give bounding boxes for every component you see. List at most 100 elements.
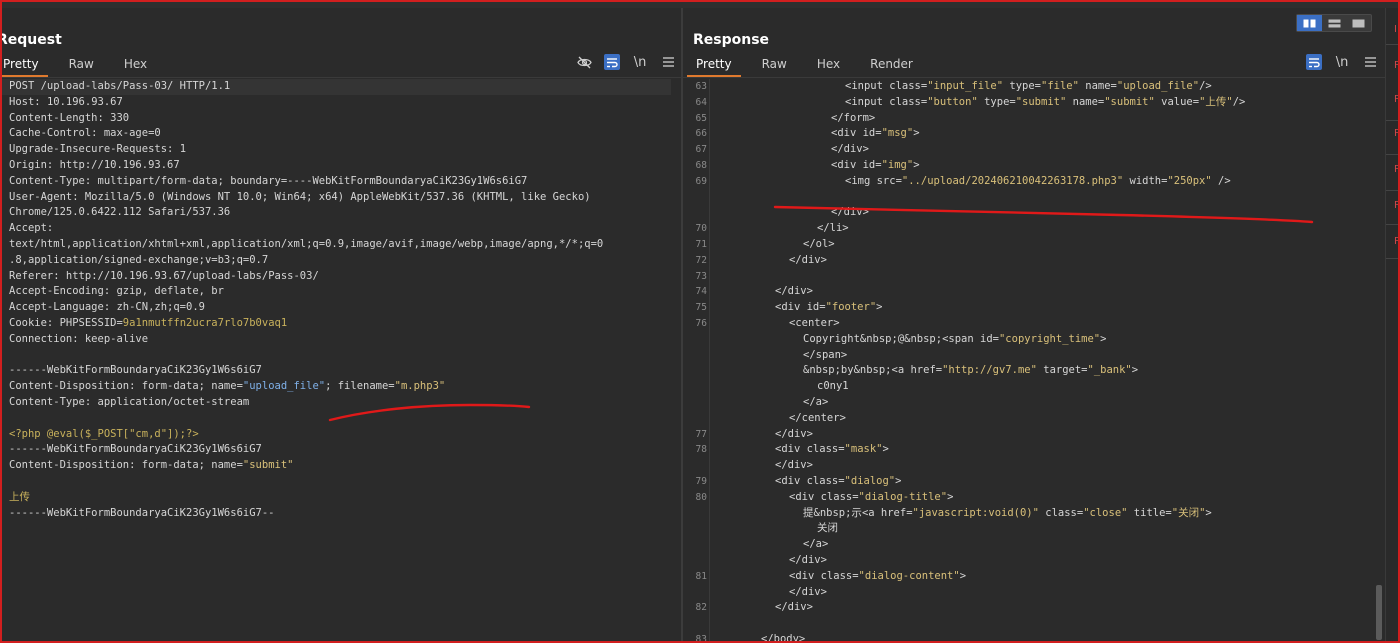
response-scrollbar[interactable]	[1376, 585, 1382, 640]
response-tab-raw[interactable]: Raw	[753, 55, 796, 77]
token: Referer:	[9, 269, 66, 282]
request-tab-pretty[interactable]: Pretty	[0, 55, 48, 77]
token: id=	[806, 301, 826, 314]
line-number: 75	[695, 302, 707, 314]
request-line: ------WebKitFormBoundaryaCiK23Gy1W6s6iG7…	[0, 506, 681, 522]
response-line-text: </div>	[707, 205, 869, 221]
response-line-text: </div>	[707, 553, 827, 569]
token: class=	[806, 443, 845, 456]
line-number: 76	[695, 317, 707, 329]
eye-off-icon[interactable]	[576, 54, 592, 70]
request-line: Upgrade-Insecure-Requests: 1	[0, 142, 681, 158]
response-line: 75 <div id="footer">	[683, 300, 1373, 316]
line-number: 77	[695, 428, 707, 440]
request-line	[0, 411, 681, 427]
response-line-text: <center>	[707, 316, 840, 332]
token: <div	[775, 301, 807, 314]
newline-icon[interactable]: \n	[632, 54, 648, 70]
request-line: Content-Disposition: form-data; name="su…	[0, 458, 681, 474]
response-line: c0ny1	[683, 379, 1373, 395]
newline-icon[interactable]: \n	[1334, 54, 1350, 70]
token: "上传"	[1199, 95, 1233, 108]
line-number: 71	[695, 238, 707, 250]
token: >	[882, 443, 889, 456]
token: "close"	[1083, 506, 1128, 519]
request-line-text: 上传	[0, 490, 30, 506]
request-line-text: Cache-Control: max-age=0	[0, 126, 161, 142]
response-line: Copyright&nbsp;@&nbsp;<span id="copyrigh…	[683, 332, 1373, 348]
split-vertical-icon[interactable]	[1322, 15, 1347, 31]
response-line-text: </form>	[707, 111, 875, 127]
token: </span>	[803, 348, 848, 361]
sidebar-mark[interactable]: P	[1394, 94, 1400, 106]
menu-icon[interactable]	[1362, 54, 1378, 70]
token: POST /upload-labs/Pass-03/ HTTP/1.1	[9, 80, 231, 92]
line-number	[683, 553, 707, 569]
wrap-icon[interactable]	[1306, 54, 1322, 70]
response-line: </span>	[683, 348, 1373, 364]
request-line: POST /upload-labs/Pass-03/ HTTP/1.1	[0, 79, 671, 95]
token: </div>	[789, 553, 827, 566]
line-number	[683, 537, 707, 553]
response-line-text: 关闭	[707, 521, 838, 537]
request-line-text: Accept:	[0, 221, 60, 237]
response-tab-render[interactable]: Render	[861, 55, 922, 77]
sidebar-mark[interactable]: P	[1394, 60, 1400, 72]
single-pane-icon[interactable]	[1346, 15, 1371, 31]
response-editor[interactable]: 63 <input class="input_file" type="file" …	[683, 79, 1373, 643]
line-number	[683, 395, 707, 411]
request-tabs: Pretty Raw Hex	[0, 55, 168, 77]
token: class=	[889, 80, 928, 92]
token: id=	[980, 332, 999, 345]
token: Content-Length:	[9, 111, 111, 124]
wrap-icon[interactable]	[604, 54, 620, 70]
response-line: 69 <img src="../upload/202406210042263178…	[683, 174, 1373, 190]
menu-icon[interactable]	[660, 54, 676, 70]
request-editor[interactable]: POST /upload-labs/Pass-03/ HTTP/1.1 Host:…	[0, 79, 681, 521]
inspector-sidebar: I P P P P P P	[1385, 8, 1400, 643]
line-number: 82	[695, 602, 707, 614]
sidebar-mark[interactable]: P	[1394, 164, 1400, 176]
response-line-text: <div class="dialog-title">	[707, 490, 953, 506]
token: </ol>	[803, 237, 835, 250]
token: "submit"	[1015, 95, 1067, 108]
token: <div	[831, 158, 863, 171]
line-number	[683, 205, 707, 221]
line-number: 72	[695, 254, 707, 266]
line-number: 78	[695, 444, 707, 456]
response-line: 74 </div>	[683, 284, 1373, 300]
token: "button"	[927, 95, 978, 108]
token: Upgrade-Insecure-Requests:	[9, 143, 180, 156]
token: </div>	[775, 285, 813, 298]
line-number	[683, 521, 707, 537]
sidebar-mark[interactable]: I	[1394, 24, 1400, 36]
response-tab-pretty[interactable]: Pretty	[687, 55, 741, 77]
split-horizontal-icon[interactable]	[1297, 15, 1322, 31]
token: id=	[862, 158, 882, 171]
token: Content-Type: application/octet-stream	[9, 395, 250, 408]
response-line: 82 </div>	[683, 600, 1373, 616]
token: "file"	[1041, 80, 1079, 92]
token: Host:	[9, 95, 47, 108]
request-tab-raw[interactable]: Raw	[60, 55, 103, 77]
response-tab-hex[interactable]: Hex	[808, 55, 849, 77]
request-title: Request	[0, 32, 62, 48]
token: </center>	[789, 411, 846, 424]
token: Accept:	[9, 222, 60, 235]
request-line: Content-Length: 330	[0, 111, 681, 127]
token: </a>	[803, 538, 829, 551]
sidebar-divider	[1386, 224, 1400, 225]
request-line-text: Accept-Language: zh-CN,zh;q=0.9	[0, 300, 205, 316]
sidebar-mark[interactable]: P	[1394, 128, 1400, 140]
response-line: 71 </ol>	[683, 237, 1373, 253]
sidebar-mark[interactable]: P	[1394, 200, 1400, 212]
token: multipart/form-data; boundary=----WebKit…	[97, 174, 528, 187]
request-tab-hex[interactable]: Hex	[115, 55, 156, 77]
token: type=	[977, 95, 1016, 108]
token: Content-Disposition: form-data; name=	[9, 459, 243, 472]
token: "footer"	[825, 301, 877, 314]
sidebar-mark[interactable]: P	[1394, 236, 1400, 248]
token: </div>	[775, 427, 813, 440]
request-line: Connection: keep-alive	[0, 332, 681, 348]
token: "m.php3"	[394, 380, 446, 393]
